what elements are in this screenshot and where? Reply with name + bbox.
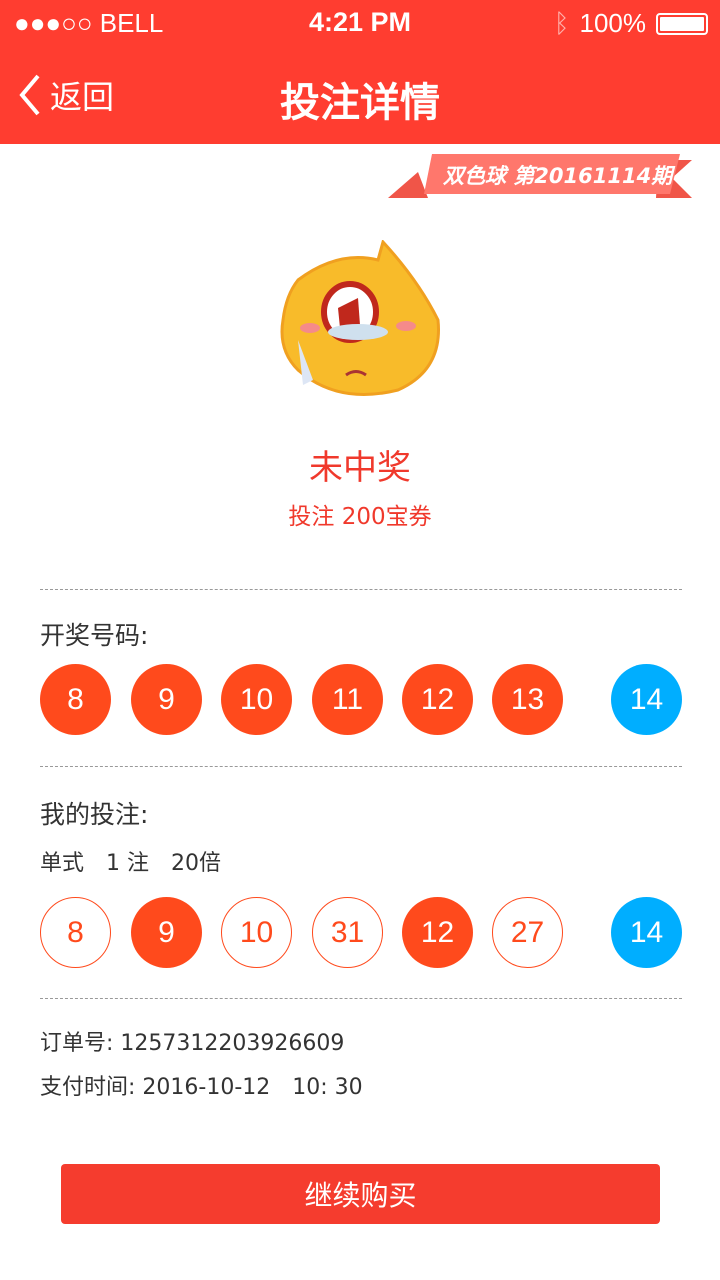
order-number: 订单号: 1257312203926609 — [40, 1031, 345, 1056]
bet-amount: 投注 200宝券 — [288, 504, 432, 530]
red-ball: 12 — [402, 664, 473, 735]
issue-label: 双色球 第20161114期 — [443, 164, 673, 188]
status-bar: ●●●○○ BELL 4:21 PM ᛒ 100% — [0, 0, 720, 44]
continue-buy-button[interactable]: 继续购买 — [61, 1164, 660, 1224]
unmatched-red-ball: 8 — [40, 897, 111, 968]
bet-detail: 单式 1 注 20倍 — [40, 851, 221, 876]
red-ball: 9 — [131, 664, 202, 735]
red-ball: 13 — [492, 664, 563, 735]
my-bet-label: 我的投注: — [40, 800, 149, 829]
red-ball: 11 — [312, 664, 383, 735]
crying-mascot-icon — [280, 240, 440, 396]
unmatched-red-ball: 31 — [312, 897, 383, 968]
draw-label: 开奖号码: — [40, 621, 149, 650]
blue-ball: 14 — [611, 664, 682, 735]
blue-ball: 14 — [611, 897, 682, 968]
red-ball: 8 — [40, 664, 111, 735]
draw-numbers: 8 9 10 11 12 13 14 — [40, 664, 682, 736]
battery-percent: 100% — [579, 8, 647, 38]
divider — [40, 589, 682, 590]
unmatched-red-ball: 10 — [221, 897, 292, 968]
divider — [40, 998, 682, 999]
bluetooth-icon: ᛒ — [553, 8, 570, 38]
my-bet-numbers: 8 9 10 31 12 27 14 — [40, 897, 682, 969]
matched-red-ball: 12 — [402, 897, 473, 968]
header: ●●●○○ BELL 4:21 PM ᛒ 100% 返回 投注详情 — [0, 0, 720, 144]
page-title: 投注详情 — [280, 80, 440, 126]
battery-icon — [656, 12, 708, 35]
matched-red-ball: 9 — [131, 897, 202, 968]
red-ball: 10 — [221, 664, 292, 735]
unmatched-red-ball: 27 — [492, 897, 563, 968]
result-title: 未中奖 — [309, 448, 411, 488]
divider — [40, 766, 682, 767]
pay-time: 支付时间: 2016-10-12 10: 30 — [40, 1075, 363, 1100]
issue-ribbon: 双色球 第20161114期 — [388, 152, 692, 202]
